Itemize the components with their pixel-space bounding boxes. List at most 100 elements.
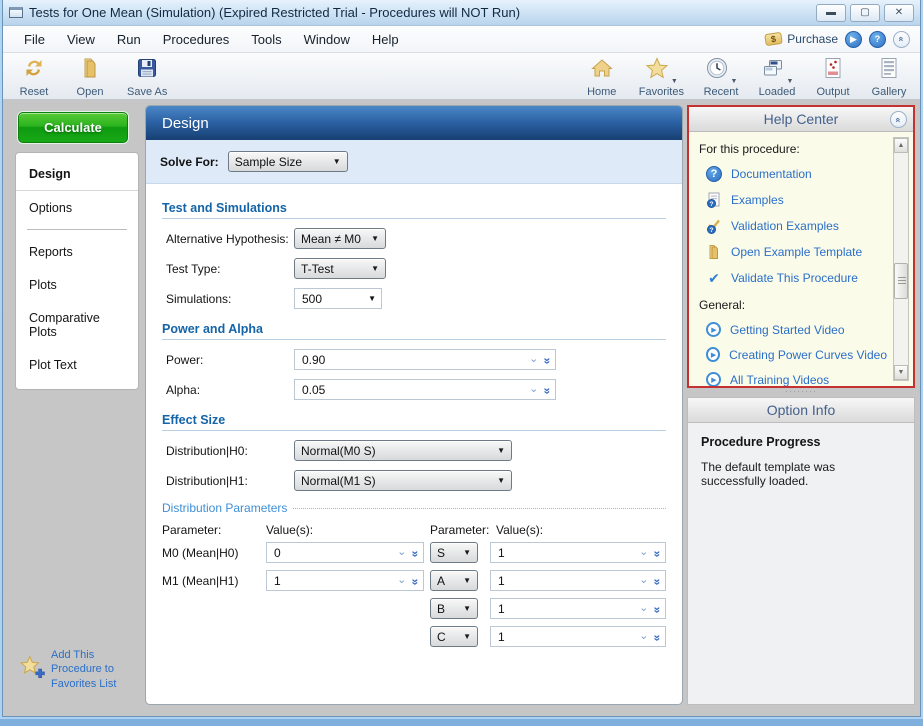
chevron-down-icon[interactable]: ⌄ bbox=[639, 547, 648, 558]
double-chevron-icon[interactable]: » bbox=[542, 387, 554, 392]
scrollbar-thumb[interactable] bbox=[894, 263, 908, 299]
double-chevron-icon[interactable]: » bbox=[410, 550, 422, 555]
favorites-button[interactable]: ▼ Favorites bbox=[639, 56, 684, 98]
help-center-scrollbar[interactable]: ▲ ▼ bbox=[893, 137, 909, 381]
param-b-dropdown[interactable]: B ▼ bbox=[430, 598, 478, 619]
save-as-button[interactable]: Save As bbox=[127, 56, 167, 98]
svg-text:?: ? bbox=[710, 227, 714, 234]
menu-window[interactable]: Window bbox=[293, 28, 361, 51]
help-icon[interactable]: ? bbox=[869, 31, 886, 48]
chevron-down-icon[interactable]: ⌄ bbox=[639, 631, 648, 642]
help-center-collapse-icon[interactable]: « bbox=[890, 111, 907, 128]
home-button[interactable]: Home bbox=[583, 56, 621, 98]
m0-value-input[interactable]: 0 ⌄ » bbox=[266, 542, 424, 563]
help-center-body: For this procedure: ? Documentation ? Ex… bbox=[689, 132, 913, 386]
content-area: Calculate Design Options Reports Plots C… bbox=[3, 100, 920, 705]
chevron-down-icon[interactable]: ⌄ bbox=[397, 575, 406, 586]
minimize-button[interactable]: ▬ bbox=[816, 4, 846, 22]
scrollbar-track[interactable] bbox=[894, 153, 908, 365]
option-info-header[interactable]: Option Info bbox=[688, 398, 914, 423]
favorites-dropdown-arrow-icon[interactable]: ▼ bbox=[671, 78, 678, 85]
validate-this-procedure-link[interactable]: ✔ Validate This Procedure bbox=[706, 270, 887, 286]
recent-button[interactable]: ▼ Recent bbox=[702, 56, 740, 98]
double-chevron-icon[interactable]: » bbox=[652, 550, 664, 555]
scroll-up-icon[interactable]: ▲ bbox=[894, 138, 908, 153]
simulations-combo[interactable]: 500 ▼ bbox=[294, 288, 382, 309]
right-parameter-header: Parameter: bbox=[430, 523, 496, 537]
validation-examples-link[interactable]: ? Validation Examples bbox=[706, 218, 887, 234]
chevron-down-icon[interactable]: ⌄ bbox=[529, 354, 538, 365]
collapse-toolbar-icon[interactable]: « bbox=[893, 31, 910, 48]
double-chevron-icon[interactable]: » bbox=[652, 634, 664, 639]
chevron-down-icon[interactable]: ⌄ bbox=[529, 384, 538, 395]
param-b-value-input[interactable]: 1 ⌄ » bbox=[490, 598, 666, 619]
param-s-dropdown[interactable]: S ▼ bbox=[430, 542, 478, 563]
loaded-dropdown-arrow-icon[interactable]: ▼ bbox=[787, 78, 794, 85]
all-training-videos-link[interactable]: ▶ All Training Videos bbox=[706, 372, 887, 386]
distribution-h0-dropdown[interactable]: Normal(M0 S) ▼ bbox=[294, 440, 512, 461]
recent-dropdown-arrow-icon[interactable]: ▼ bbox=[731, 78, 738, 85]
sidebar-tab-comparative-plots[interactable]: Comparative Plots bbox=[16, 301, 138, 348]
sidebar-tab-plot-text[interactable]: Plot Text bbox=[16, 348, 138, 381]
param-c-dropdown[interactable]: C ▼ bbox=[430, 626, 478, 647]
param-s-value-input[interactable]: 1 ⌄ » bbox=[490, 542, 666, 563]
menu-procedures[interactable]: Procedures bbox=[152, 28, 240, 51]
reset-button[interactable]: Reset bbox=[15, 56, 53, 98]
param-c-value-input[interactable]: 1 ⌄ » bbox=[490, 626, 666, 647]
creating-power-curves-video-link[interactable]: ▶ Creating Power Curves Video bbox=[706, 347, 887, 362]
alternative-hypothesis-dropdown[interactable]: Mean ≠ M0 ▼ bbox=[294, 228, 386, 249]
distribution-h1-dropdown[interactable]: Normal(M1 S) ▼ bbox=[294, 470, 512, 491]
panel-splitter-handle[interactable]: ········ bbox=[687, 388, 915, 397]
design-panel-header: Design bbox=[146, 106, 682, 140]
menu-help[interactable]: Help bbox=[361, 28, 410, 51]
menu-view[interactable]: View bbox=[56, 28, 106, 51]
home-label: Home bbox=[587, 86, 616, 98]
validation-examples-icon: ? bbox=[706, 218, 722, 234]
help-center-header[interactable]: Help Center « bbox=[689, 107, 913, 132]
sidebar-tab-design[interactable]: Design bbox=[16, 157, 138, 191]
examples-link[interactable]: ? Examples bbox=[706, 192, 887, 208]
sidebar-tab-options[interactable]: Options bbox=[16, 191, 138, 224]
output-button[interactable]: Output bbox=[814, 56, 852, 98]
double-chevron-icon[interactable]: » bbox=[542, 357, 554, 362]
menu-file[interactable]: File bbox=[13, 28, 56, 51]
scrollbar-grip bbox=[898, 277, 906, 278]
param-s-row: S ▼ 1 ⌄ » bbox=[430, 542, 666, 563]
dropdown-arrow-icon: ▼ bbox=[497, 476, 505, 485]
gallery-label: Gallery bbox=[872, 86, 907, 98]
alpha-input[interactable]: 0.05 ⌄ » bbox=[294, 379, 556, 400]
purchase-button[interactable]: $ Purchase bbox=[765, 32, 838, 46]
dropdown-arrow-icon: ▼ bbox=[463, 576, 471, 585]
sidebar-tab-plots[interactable]: Plots bbox=[16, 268, 138, 301]
param-a-value-input[interactable]: 1 ⌄ » bbox=[490, 570, 666, 591]
documentation-link[interactable]: ? Documentation bbox=[706, 166, 887, 182]
video-play-icon[interactable]: ▶ bbox=[845, 31, 862, 48]
test-type-dropdown[interactable]: T-Test ▼ bbox=[294, 258, 386, 279]
right-panel: Help Center « For this procedure: ? Docu… bbox=[687, 105, 916, 705]
open-button[interactable]: Open bbox=[71, 56, 109, 98]
add-to-favorites-link[interactable]: Add This Procedure to Favorites List bbox=[19, 648, 116, 691]
solve-for-dropdown[interactable]: Sample Size ▼ bbox=[228, 151, 348, 172]
menu-tools[interactable]: Tools bbox=[240, 28, 292, 51]
solve-for-label: Solve For: bbox=[160, 155, 219, 169]
open-example-template-link[interactable]: Open Example Template bbox=[706, 244, 887, 260]
m1-value-input[interactable]: 1 ⌄ » bbox=[266, 570, 424, 591]
double-chevron-icon[interactable]: » bbox=[652, 578, 664, 583]
chevron-down-icon[interactable]: ⌄ bbox=[397, 547, 406, 558]
double-chevron-icon[interactable]: » bbox=[652, 606, 664, 611]
chevron-down-icon[interactable]: ⌄ bbox=[639, 603, 648, 614]
maximize-button[interactable]: ▢ bbox=[850, 4, 880, 22]
chevron-down-icon[interactable]: ⌄ bbox=[639, 575, 648, 586]
menu-run[interactable]: Run bbox=[106, 28, 152, 51]
getting-started-video-link[interactable]: ▶ Getting Started Video bbox=[706, 322, 887, 337]
scroll-down-icon[interactable]: ▼ bbox=[894, 365, 908, 380]
loaded-button[interactable]: ▼ Loaded bbox=[758, 56, 796, 98]
power-input[interactable]: 0.90 ⌄ » bbox=[294, 349, 556, 370]
close-button[interactable]: ✕ bbox=[884, 4, 914, 22]
dropdown-arrow-icon: ▼ bbox=[371, 264, 379, 273]
sidebar-tab-reports[interactable]: Reports bbox=[16, 235, 138, 268]
gallery-button[interactable]: Gallery bbox=[870, 56, 908, 98]
param-a-dropdown[interactable]: A ▼ bbox=[430, 570, 478, 591]
double-chevron-icon[interactable]: » bbox=[410, 578, 422, 583]
calculate-button[interactable]: Calculate bbox=[18, 112, 128, 143]
